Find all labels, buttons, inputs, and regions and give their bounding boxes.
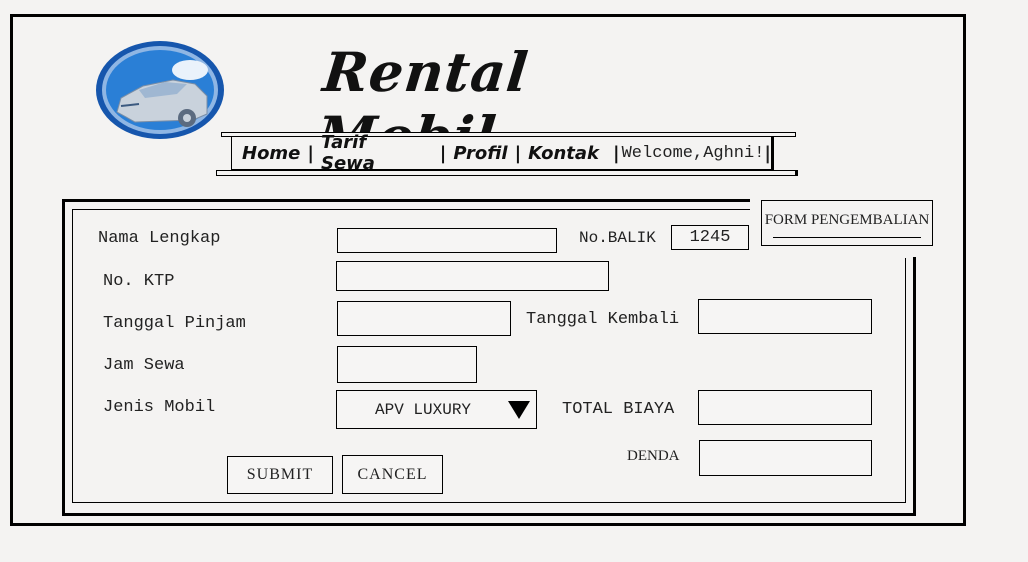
jam-sewa-input[interactable]	[337, 346, 477, 383]
tanggal-kembali-input[interactable]	[698, 299, 872, 334]
cancel-button[interactable]: CANCEL	[342, 455, 443, 494]
nav-bar: Home | Tarif Sewa | Profil | Kontak | We…	[231, 132, 774, 174]
form-title-text: FORM PENGEMBALIAN	[764, 212, 930, 228]
nama-lengkap-label: Nama Lengkap	[98, 229, 221, 248]
welcome-message: Welcome,Aghni!	[621, 143, 765, 163]
car-logo-icon	[95, 40, 225, 140]
nama-lengkap-input[interactable]	[337, 228, 557, 253]
jenis-mobil-value: APV LUXURY	[375, 400, 472, 419]
form-inner-left	[72, 209, 73, 503]
denda-input[interactable]	[699, 440, 872, 476]
form-inner-right	[905, 258, 906, 503]
submit-button[interactable]: SUBMIT	[227, 456, 333, 494]
total-biaya-input[interactable]	[698, 390, 872, 425]
form-frame-top	[62, 199, 750, 202]
jenis-mobil-label: Jenis Mobil	[103, 398, 216, 417]
no-ktp-input[interactable]	[336, 261, 609, 291]
nav-separator: |	[613, 142, 620, 164]
form-title: FORM PENGEMBALIAN	[761, 200, 933, 246]
tanggal-kembali-label: Tanggal Kembali	[526, 310, 680, 329]
nav-kontak[interactable]: Kontak	[528, 143, 599, 164]
site-title: Rental Mobil	[313, 40, 532, 168]
form-title-underline	[773, 237, 921, 238]
no-ktp-label: No. KTP	[103, 272, 175, 291]
form-frame-right	[913, 257, 916, 515]
dropdown-arrow-icon[interactable]	[508, 400, 530, 419]
nav-bottom-rule	[216, 170, 798, 176]
no-balik-label: No.BALIK	[579, 229, 656, 247]
jam-sewa-label: Jam Sewa	[103, 356, 185, 375]
nav-home[interactable]: Home	[242, 143, 300, 164]
form-inner-top	[72, 209, 750, 210]
tanggal-pinjam-label: Tanggal Pinjam	[103, 314, 246, 333]
nav-separator: |	[514, 142, 522, 164]
nav-separator: |	[307, 142, 314, 164]
jenis-mobil-select[interactable]: APV LUXURY	[336, 390, 537, 429]
total-biaya-label: TOTAL BIAYA	[562, 400, 675, 419]
no-balik-field[interactable]: 1245	[671, 225, 749, 250]
tanggal-pinjam-input[interactable]	[337, 301, 511, 336]
nav-tarif-sewa[interactable]: Tarif Sewa	[321, 132, 426, 174]
form-inner-bottom	[72, 502, 905, 503]
denda-label: DENDA	[627, 448, 680, 464]
nav-profil[interactable]: Profil	[453, 143, 507, 164]
nav-separator: |	[764, 142, 771, 164]
nav-separator: |	[439, 142, 447, 164]
